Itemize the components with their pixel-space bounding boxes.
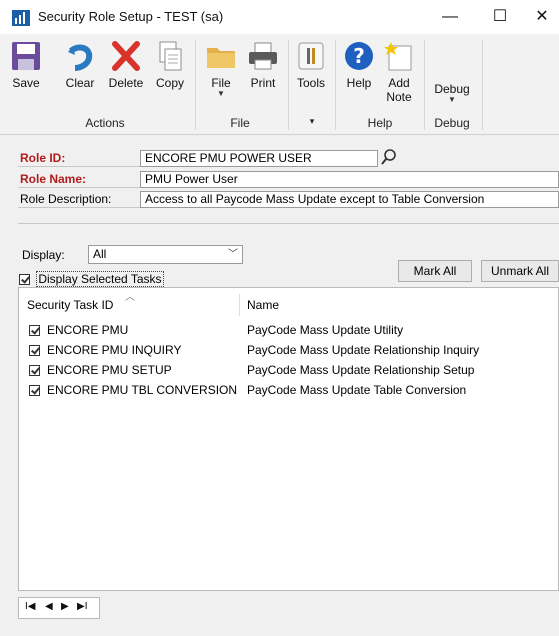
ribbon-separator [424,40,425,130]
unmark-all-button[interactable]: Unmark All [481,260,559,282]
task-name-cell: PayCode Mass Update Relationship Inquiry [247,343,480,357]
delete-icon [112,41,140,71]
divider [18,223,559,224]
row-checkbox[interactable] [29,325,40,336]
tools-label: Tools [296,76,325,90]
lookup-icon[interactable] [380,148,398,166]
add-note-button[interactable]: Add Note [381,40,417,104]
app-icon [12,10,30,26]
group-label-file: File [230,116,250,130]
dropdown-caret-icon: ▼ [448,95,456,104]
group-label-actions: Actions [85,116,125,130]
file-label: File [211,76,231,90]
first-record-icon[interactable]: I◀ [25,601,35,612]
maximize-button[interactable]: ☐ [478,4,522,30]
add-note-label: Add Note [381,76,417,104]
delete-button[interactable]: Delete [106,40,146,90]
help-icon: ? [345,42,373,70]
role-name-label-cell: Role Name: [18,171,140,188]
help-button[interactable]: ? Help [341,40,377,90]
previous-record-icon[interactable]: ◀ [45,601,53,612]
column-divider [239,294,240,316]
table-row[interactable]: ENCORE PMU INQUIRY PayCode Mass Update R… [19,340,559,361]
printer-icon [249,42,277,70]
add-note-icon [384,42,412,71]
role-id-label-cell: Role ID: [18,150,140,167]
print-label: Print [250,76,276,90]
tools-button[interactable]: Tools [293,40,329,90]
chevron-down-icon: ﹀ [228,249,238,260]
checkbox-checked-icon [19,274,30,286]
group-label-help: Help [367,116,393,130]
role-description-field[interactable]: Access to all Paycode Mass Update except… [140,191,559,208]
debug-button[interactable]: Debug ▼ [428,78,476,104]
svg-text:?: ? [353,44,365,68]
task-id-cell: ENCORE PMU TBL CONVERSION [47,383,238,397]
copy-button[interactable]: Copy [152,40,188,90]
copy-label: Copy [155,76,184,90]
task-name-cell: PayCode Mass Update Table Conversion [247,383,467,397]
save-icon [12,42,40,70]
save-label: Save [12,76,40,90]
row-checkbox[interactable] [29,365,40,376]
security-tasks-grid: ︿ Security Task ID Name ENCORE PMU PayCo… [18,287,559,591]
form-area: Role ID: ENCORE PMU POWER USER Role Name… [0,135,559,636]
ribbon-toolbar: Save Clear Delete Copy File ▼ Print Tool… [0,34,559,135]
table-row[interactable]: ENCORE PMU TBL CONVERSION PayCode Mass U… [19,380,559,401]
table-row[interactable]: ENCORE PMU SETUP PayCode Mass Update Rel… [19,360,559,381]
task-id-cell: ENCORE PMU [47,323,129,337]
task-id-cell: ENCORE PMU SETUP [47,363,172,377]
display-selected-tasks-label: Display Selected Tasks [36,271,164,287]
add-note-label-line1: Add [388,76,410,90]
save-button[interactable]: Save [8,40,44,90]
ribbon-separator [335,40,336,130]
clear-button[interactable]: Clear [62,40,98,90]
copy-icon [159,41,182,71]
task-name-cell: PayCode Mass Update Relationship Setup [247,363,475,377]
tools-icon [298,42,324,70]
row-checkbox[interactable] [29,385,40,396]
mark-all-button[interactable]: Mark All [398,260,472,282]
ribbon-separator [288,40,289,130]
task-name-cell: PayCode Mass Update Utility [247,323,404,337]
display-selected-tasks-checkbox[interactable]: Display Selected Tasks [19,271,164,287]
debug-label: Debug [434,82,470,96]
ribbon-separator [195,40,196,130]
display-label: Display: [22,248,65,262]
row-checkbox[interactable] [29,345,40,356]
window-title: Security Role Setup - TEST (sa) [38,9,224,24]
close-button[interactable]: ✕ [520,4,559,30]
role-description-label: Role Description: [20,192,112,206]
display-select[interactable]: All ﹀ [88,245,243,264]
folder-icon [207,48,235,68]
group-label-debug: Debug [434,116,470,130]
delete-label: Delete [108,76,144,90]
file-button[interactable]: File ▼ [203,40,239,98]
dropdown-caret-icon: ▼ [217,89,225,98]
task-id-cell: ENCORE PMU INQUIRY [47,343,182,357]
help-label: Help [346,76,372,90]
role-id-field[interactable]: ENCORE PMU POWER USER [140,150,378,167]
role-name-field[interactable]: PMU Power User [140,171,559,188]
column-header-task-id[interactable]: Security Task ID [27,298,113,312]
role-name-label: Role Name: [20,172,87,186]
ribbon-separator [482,40,483,130]
next-record-icon[interactable]: ▶ [61,601,69,612]
role-description-label-cell: Role Description: [18,191,140,208]
record-navigation: I◀ ◀ ▶ ▶I [18,597,100,619]
add-note-label-line2: Note [386,90,412,104]
undo-icon [68,44,93,71]
last-record-icon[interactable]: ▶I [77,601,87,612]
clear-label: Clear [65,76,95,90]
group-expand-tools[interactable]: ▾ [296,116,328,127]
table-row[interactable]: ENCORE PMU PayCode Mass Update Utility [19,320,559,341]
minimize-button[interactable]: — [428,4,472,30]
role-id-label: Role ID: [20,151,66,165]
display-select-value: All [93,247,107,261]
title-bar: Security Role Setup - TEST (sa) — ☐ ✕ [0,0,559,34]
sort-ascending-icon: ︿ [125,292,135,303]
print-button[interactable]: Print [244,40,282,90]
column-header-name[interactable]: Name [247,298,279,312]
